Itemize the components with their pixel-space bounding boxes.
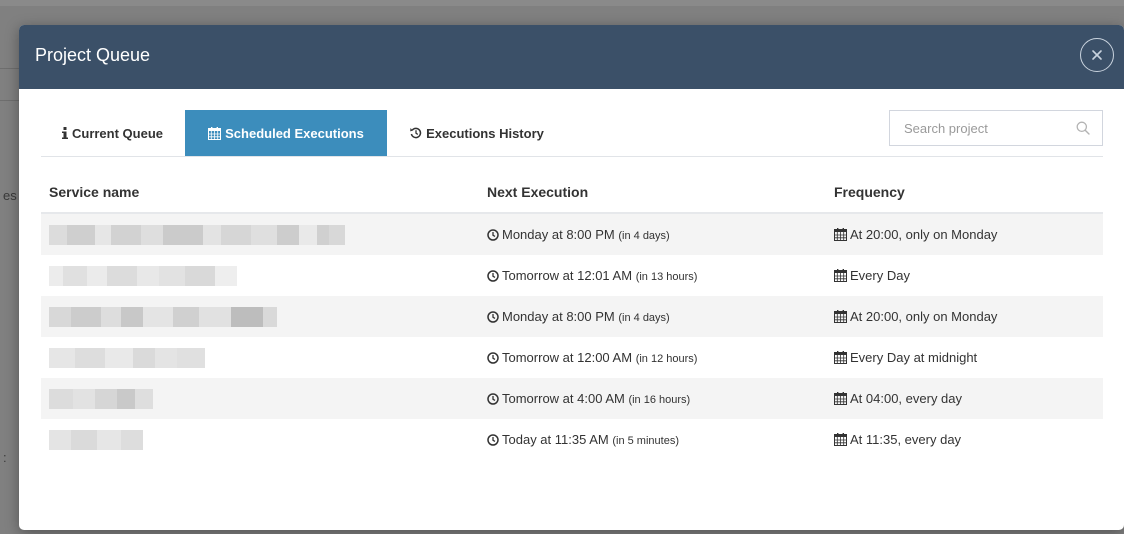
service-name-cell xyxy=(41,337,479,378)
frequency-cell: At 20:00, only on Monday xyxy=(826,213,1103,255)
relative-time: (in 4 days) xyxy=(618,312,670,324)
next-execution-cell: Tomorrow at 12:00 AM (in 12 hours) xyxy=(479,337,826,378)
frequency-text: At 04:00, every day xyxy=(850,391,963,406)
tabs-row: Current Queue Scheduled Executions Execu… xyxy=(41,110,1103,157)
close-icon xyxy=(1092,50,1102,60)
frequency-cell: Every Day at midnight xyxy=(826,337,1103,378)
column-header-next-execution: Next Execution xyxy=(479,172,826,214)
clock-icon xyxy=(487,311,499,323)
search-box xyxy=(889,110,1103,146)
clock-icon xyxy=(487,229,499,241)
clock-icon xyxy=(487,434,499,446)
table-row: Monday at 8:00 PM (in 4 days) At 20:00, … xyxy=(41,213,1103,255)
next-execution-text: Monday at 8:00 PM xyxy=(502,227,615,242)
redacted-service-name xyxy=(49,347,205,368)
table-row: Tomorrow at 12:00 AM (in 12 hours) Every… xyxy=(41,337,1103,378)
service-name-cell xyxy=(41,296,479,337)
relative-time: (in 4 days) xyxy=(618,230,670,242)
modal-title: Project Queue xyxy=(35,45,151,65)
redacted-service-name xyxy=(49,306,277,327)
close-button[interactable] xyxy=(1080,38,1114,72)
frequency-text: At 11:35, every day xyxy=(850,432,962,447)
background-text: es xyxy=(3,188,17,203)
clock-icon xyxy=(487,352,499,364)
frequency-cell: At 11:35, every day xyxy=(826,419,1103,460)
table-row: Monday at 8:00 PM (in 4 days) At 20:00, … xyxy=(41,296,1103,337)
frequency-text: Every Day at midnight xyxy=(850,350,978,365)
service-name-cell xyxy=(41,213,479,255)
frequency-cell: At 20:00, only on Monday xyxy=(826,296,1103,337)
tab-label: Current Queue xyxy=(71,125,163,141)
relative-time: (in 12 hours) xyxy=(635,353,698,365)
next-execution-text: Tomorrow at 12:01 AM xyxy=(502,268,633,283)
history-icon xyxy=(410,127,422,139)
clock-icon xyxy=(487,393,499,405)
tab-label: Executions History xyxy=(426,125,544,141)
next-execution-cell: Tomorrow at 4:00 AM (in 16 hours) xyxy=(479,378,826,419)
next-execution-cell: Tomorrow at 12:01 AM (in 13 hours) xyxy=(479,255,826,296)
frequency-cell: Every Day xyxy=(826,255,1103,296)
search-input[interactable] xyxy=(890,111,1070,145)
next-execution-text: Today at 11:35 AM xyxy=(502,432,609,447)
calendar-icon xyxy=(834,433,847,446)
frequency-text: Every Day xyxy=(850,268,910,283)
column-header-frequency: Frequency xyxy=(826,172,1103,214)
redacted-service-name xyxy=(49,388,153,409)
calendar-icon xyxy=(834,351,847,364)
service-name-cell xyxy=(41,419,479,460)
next-execution-cell: Today at 11:35 AM (in 5 minutes) xyxy=(479,419,826,460)
info-icon xyxy=(61,127,68,139)
relative-time: (in 5 minutes) xyxy=(612,435,679,447)
calendar-icon xyxy=(834,228,847,241)
tab-scheduled-executions[interactable]: Scheduled Executions xyxy=(185,110,387,156)
background-divider xyxy=(0,100,20,101)
scheduled-executions-table: Service name Next Execution Frequency Mo… xyxy=(41,172,1103,460)
service-name-cell xyxy=(41,378,479,419)
redacted-service-name xyxy=(49,265,237,286)
frequency-cell: At 04:00, every day xyxy=(826,378,1103,419)
next-execution-text: Tomorrow at 12:00 AM xyxy=(502,350,633,365)
tab-label: Scheduled Executions xyxy=(225,125,364,141)
modal-header: Project Queue xyxy=(19,25,1124,89)
service-name-cell xyxy=(41,255,479,296)
column-header-service-name: Service name xyxy=(41,172,479,214)
next-execution-cell: Monday at 8:00 PM (in 4 days) xyxy=(479,213,826,255)
frequency-text: At 20:00, only on Monday xyxy=(850,309,998,324)
table-header-row: Service name Next Execution Frequency xyxy=(41,172,1103,214)
next-execution-cell: Monday at 8:00 PM (in 4 days) xyxy=(479,296,826,337)
calendar-icon xyxy=(834,392,847,405)
redacted-service-name xyxy=(49,429,143,450)
clock-icon xyxy=(487,270,499,282)
calendar-icon xyxy=(834,269,847,282)
table-row: Tomorrow at 4:00 AM (in 16 hours) At 04:… xyxy=(41,378,1103,419)
redacted-service-name xyxy=(49,224,345,245)
table-row: Tomorrow at 12:01 AM (in 13 hours) Every… xyxy=(41,255,1103,296)
calendar-icon xyxy=(208,126,222,140)
search-icon[interactable] xyxy=(1076,121,1090,135)
calendar-icon xyxy=(834,310,847,323)
background-text: : xyxy=(3,450,7,465)
tab-executions-history[interactable]: Executions History xyxy=(387,110,567,156)
table-row: Today at 11:35 AM (in 5 minutes) At 11:3… xyxy=(41,419,1103,460)
project-queue-modal: Project Queue Current Queue Scheduled Ex… xyxy=(19,25,1124,530)
relative-time: (in 13 hours) xyxy=(635,271,698,283)
next-execution-text: Monday at 8:00 PM xyxy=(502,309,615,324)
tab-current-queue[interactable]: Current Queue xyxy=(41,110,184,156)
background-topbar xyxy=(0,0,1124,6)
relative-time: (in 16 hours) xyxy=(628,394,691,406)
frequency-text: At 20:00, only on Monday xyxy=(850,227,998,242)
next-execution-text: Tomorrow at 4:00 AM xyxy=(502,391,625,406)
